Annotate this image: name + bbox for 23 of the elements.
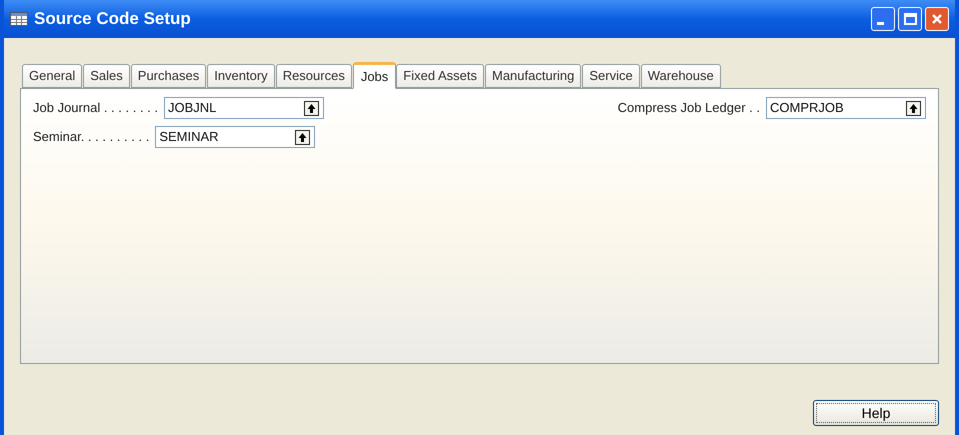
minimize-button[interactable] (871, 7, 895, 31)
tab[interactable]: Resources (276, 64, 352, 88)
tab[interactable]: Service (582, 64, 640, 88)
tab[interactable]: Warehouse (640, 64, 721, 88)
window-title: Source Code Setup (34, 8, 191, 30)
close-icon (930, 12, 944, 26)
tab[interactable]: Fixed Assets (396, 64, 484, 88)
maximize-button[interactable] (898, 7, 922, 31)
close-button[interactable] (925, 7, 949, 31)
code-field[interactable]: COMPRJOB (766, 97, 926, 119)
tab[interactable]: Purchases (130, 64, 206, 88)
table-icon (10, 12, 28, 26)
field-label: Seminar. . . . . . . . . . (33, 128, 150, 146)
code-field[interactable]: SEMINAR (155, 126, 316, 148)
tab[interactable]: Sales (83, 64, 130, 88)
tab[interactable]: General (22, 64, 82, 88)
tab[interactable]: Jobs (352, 62, 396, 89)
field-label: Compress Job Ledger . . (618, 99, 760, 118)
tab[interactable]: Manufacturing (485, 64, 582, 88)
code-field[interactable]: JOBJNL (164, 97, 324, 119)
help-button[interactable]: Help (813, 400, 939, 426)
tab[interactable]: Inventory (207, 64, 275, 88)
field-label: Job Journal . . . . . . . . (33, 99, 158, 118)
